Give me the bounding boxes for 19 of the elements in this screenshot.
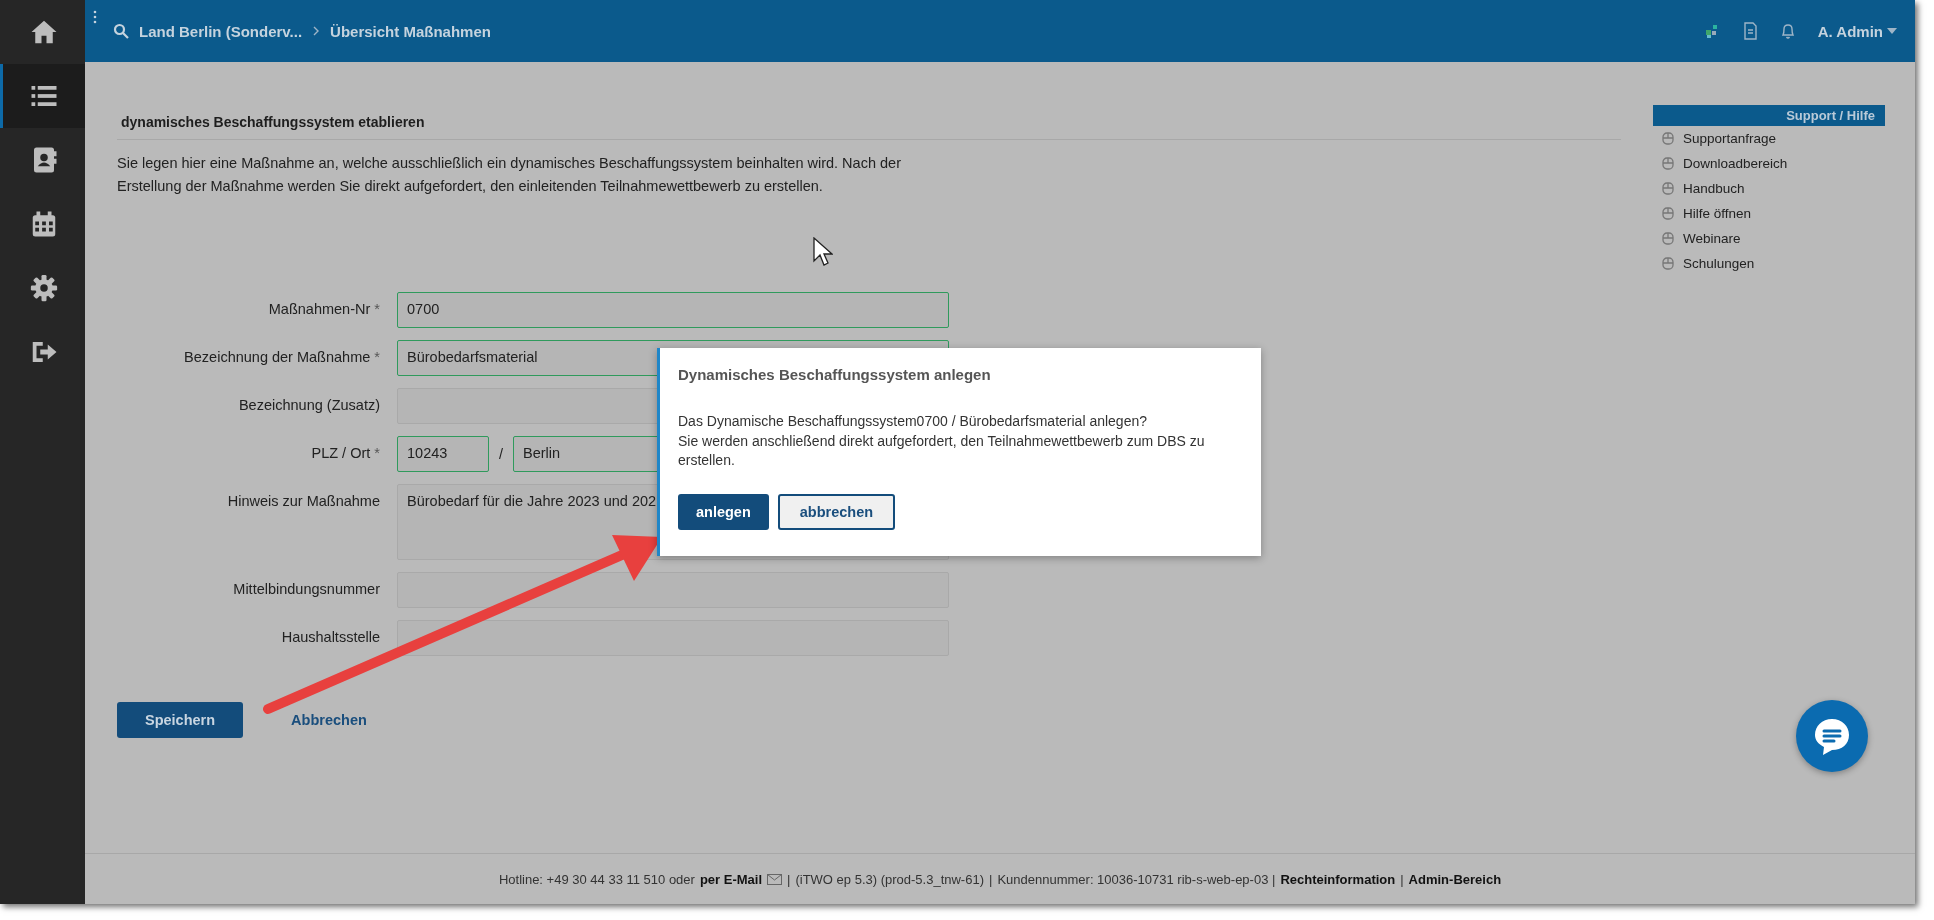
dialog-title: Dynamisches Beschaffungssystem anlegen (678, 366, 992, 383)
page-title: dynamisches Beschaffungssystem etablieren (117, 114, 1621, 140)
separator-text: | (1400, 871, 1404, 887)
dialog-message: Das Dynamische Beschaffungssystem0700 / Bürobedarfsmaterial anlegen? Sie werden anschließend direkt aufgefordert, den Teilnahmewettbewerb zum DBS zu erstellen. (678, 412, 1206, 470)
description-text: Sie legen hier eine Maßnahme an, welche ausschließlich ein dynamisches Beschaffungssystem beinhalten wird. Nach der Erstellung der Maßnahme werden Sie direkt aufgefordert, den einleitenden Teilnahmewettbewerb zu erstellen. (117, 154, 902, 196)
field-label: Haushaltsstelle (280, 628, 380, 645)
field-label: PLZ / Ort * (310, 444, 380, 461)
separator-text: | (989, 871, 993, 887)
separator-text: / (499, 446, 504, 462)
field-label: Mittelbindungsnummer (232, 580, 380, 597)
field-label: Bezeichnung der Maßnahme * (183, 348, 380, 365)
separator-text: | (787, 871, 791, 887)
support-header: Support / Hilfe (1653, 105, 1885, 126)
field-label: Maßnahmen-Nr * (267, 300, 380, 317)
field-label: Hinweis zur Maßnahme (226, 492, 380, 509)
customer-number-text: Kundennummer: 10036-10731 rib-s-web-ep-03 | (997, 871, 1276, 887)
hotline-text: Hotline: +49 30 44 33 11 510 oder (498, 871, 695, 887)
version-text: (iTWO ep 5.3) (prod-5.3_tnw-61) (795, 871, 984, 887)
field-label: Bezeichnung (Zusatz) (237, 396, 380, 413)
